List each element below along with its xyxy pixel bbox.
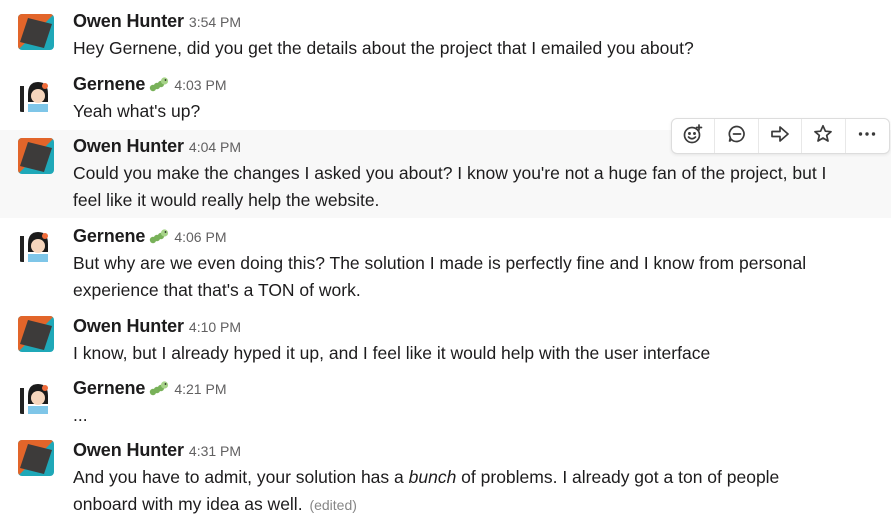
owen-logo-avatar[interactable] bbox=[18, 14, 54, 50]
message-line: experience that that's a TON of work. bbox=[73, 280, 361, 300]
author-name[interactable]: Owen Hunter bbox=[73, 316, 184, 336]
message-actions-toolbar bbox=[671, 118, 890, 154]
message-line: I know, but I already hyped it up, and I… bbox=[73, 343, 711, 363]
message-item[interactable]: Owen Hunter 4:10 PM I know, but I already… bbox=[0, 308, 891, 370]
timestamp[interactable]: 4:04 PM bbox=[189, 139, 241, 155]
gernene-avatar[interactable] bbox=[18, 378, 54, 414]
timestamp[interactable]: 4:03 PM bbox=[174, 77, 226, 93]
message-text: ... bbox=[73, 402, 877, 429]
author-name[interactable]: Gernene bbox=[73, 74, 145, 94]
share-message-icon bbox=[769, 123, 791, 150]
share-message-button[interactable] bbox=[759, 119, 803, 153]
timestamp[interactable]: 4:10 PM bbox=[189, 319, 241, 335]
reply-in-thread-icon bbox=[726, 123, 748, 150]
message-line: But why are we even doing this? The solu… bbox=[73, 253, 807, 273]
message-text: I know, but I already hyped it up, and I… bbox=[73, 340, 877, 367]
message-line: Yeah what's up? bbox=[73, 101, 201, 121]
more-actions-icon bbox=[856, 123, 878, 150]
author-name[interactable]: Owen Hunter bbox=[73, 11, 184, 31]
save-star-icon bbox=[812, 123, 834, 150]
text-segment: of problems. I already got a ton of peop… bbox=[456, 467, 780, 487]
reply-in-thread-button[interactable] bbox=[715, 119, 759, 153]
text-segment: And you have to admit, your solution has… bbox=[73, 467, 409, 487]
more-actions-button[interactable] bbox=[846, 119, 889, 153]
caterpillar-icon[interactable] bbox=[149, 75, 169, 98]
add-reaction-button[interactable] bbox=[672, 119, 716, 153]
message-item[interactable]: Owen Hunter 3:54 PM Hey Gernene, did you … bbox=[0, 0, 891, 68]
message-line: ... bbox=[73, 405, 88, 425]
timestamp[interactable]: 4:06 PM bbox=[174, 229, 226, 245]
message-text: Could you make the changes I asked you a… bbox=[73, 160, 877, 214]
add-reaction-icon bbox=[682, 123, 704, 150]
message-feed: Owen Hunter 3:54 PM Hey Gernene, did you … bbox=[0, 0, 891, 523]
caterpillar-icon[interactable] bbox=[149, 379, 169, 402]
message-line: onboard with my idea as well. (edited) bbox=[73, 491, 877, 519]
message-text: But why are we even doing this? The solu… bbox=[73, 250, 877, 304]
message-line: Hey Gernene, did you get the details abo… bbox=[73, 38, 694, 58]
author-name[interactable]: Gernene bbox=[73, 226, 145, 246]
gernene-avatar[interactable] bbox=[18, 76, 54, 112]
timestamp[interactable]: 4:31 PM bbox=[189, 443, 241, 459]
author-name[interactable]: Owen Hunter bbox=[73, 440, 184, 460]
message-line: Could you make the changes I asked you a… bbox=[73, 163, 827, 183]
message-line: feel like it would really help the websi… bbox=[73, 190, 380, 210]
owen-logo-avatar[interactable] bbox=[18, 138, 54, 174]
author-name[interactable]: Gernene bbox=[73, 378, 145, 398]
edited-label: (edited) bbox=[309, 497, 357, 513]
italic-text: bunch bbox=[408, 467, 457, 487]
owen-logo-avatar[interactable] bbox=[18, 316, 54, 352]
owen-logo-avatar[interactable] bbox=[18, 440, 54, 476]
gernene-avatar[interactable] bbox=[18, 226, 54, 262]
message-text: Hey Gernene, did you get the details abo… bbox=[73, 35, 877, 62]
author-name[interactable]: Owen Hunter bbox=[73, 136, 184, 156]
message-item[interactable]: Gernene 4:06 PM But why are we even doing… bbox=[0, 218, 891, 308]
message-text: And you have to admit, your solution has… bbox=[73, 464, 877, 519]
message-item[interactable]: Owen Hunter 4:31 PM And you have to admit… bbox=[0, 432, 891, 523]
caterpillar-icon[interactable] bbox=[149, 227, 169, 250]
timestamp[interactable]: 4:21 PM bbox=[174, 381, 226, 397]
timestamp[interactable]: 3:54 PM bbox=[189, 14, 241, 30]
message-line: And you have to admit, your solution has… bbox=[73, 464, 877, 491]
save-message-button[interactable] bbox=[802, 119, 846, 153]
text-segment: onboard with my idea as well. bbox=[73, 494, 303, 514]
message-item[interactable]: Gernene 4:21 PM ... bbox=[0, 370, 891, 432]
